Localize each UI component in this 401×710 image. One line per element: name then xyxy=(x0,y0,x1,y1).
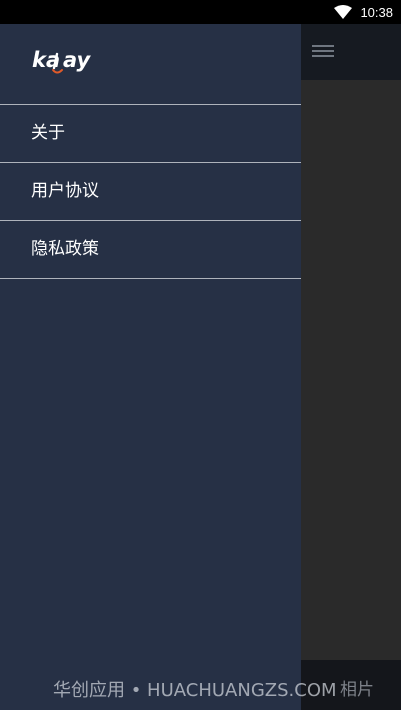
status-indicators: 10:38 xyxy=(334,0,393,24)
menu-item-privacy-policy[interactable]: 隐私政策 xyxy=(0,221,301,279)
svg-text:ay: ay xyxy=(63,48,92,72)
hamburger-menu-icon[interactable] xyxy=(312,42,334,62)
status-bar: 10:38 xyxy=(0,0,401,24)
navigation-drawer: ka ay 关于 用户协议 隐私政策 xyxy=(0,24,301,710)
watermark: 华创应用 • HUACHUANGZS.COM xyxy=(53,680,337,701)
kalay-logo: ka ay xyxy=(32,48,92,74)
menu-item-about[interactable]: 关于 xyxy=(0,105,301,163)
tab-photos[interactable]: 相片 xyxy=(340,675,374,700)
status-time: 10:38 xyxy=(360,4,393,20)
menu-item-user-agreement[interactable]: 用户协议 xyxy=(0,163,301,221)
drawer-header: ka ay xyxy=(0,24,301,105)
wifi-icon xyxy=(334,5,353,19)
